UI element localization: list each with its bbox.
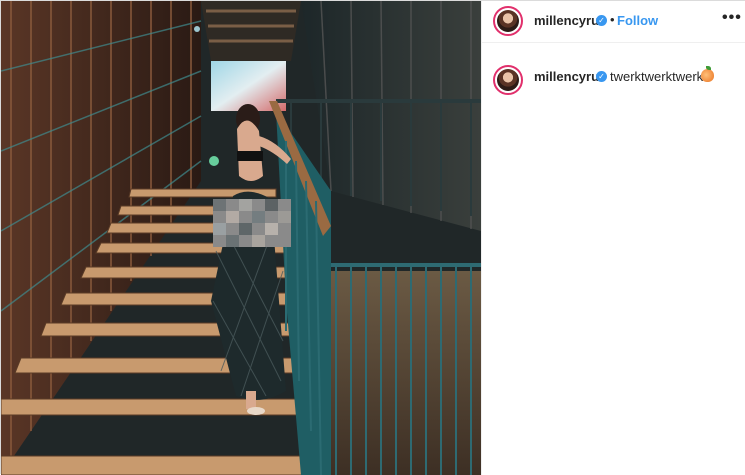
avatar[interactable] (493, 6, 523, 36)
follow-button[interactable]: Follow (617, 13, 658, 28)
post-header: millencyrus ✓ • Follow ••• (482, 1, 745, 43)
verified-badge-icon: ✓ (596, 15, 607, 26)
caption-row: millencyrus ✓ twerktwerktwerk (482, 61, 745, 101)
post-sidebar: millencyrus ✓ • Follow ••• millencyrus ✓… (481, 1, 745, 475)
peach-emoji-icon (701, 66, 714, 82)
caption-text: twerktwerktwerk (610, 69, 704, 84)
separator-dot: • (610, 12, 615, 27)
caption-avatar[interactable] (493, 65, 523, 95)
profile-picture (497, 69, 519, 91)
staircase-photo-image (1, 1, 481, 475)
more-options-icon[interactable]: ••• (722, 9, 742, 27)
post-photo[interactable] (1, 1, 481, 475)
verified-badge-icon: ✓ (596, 71, 607, 82)
profile-picture (497, 10, 519, 32)
instagram-post: millencyrus ✓ • Follow ••• millencyrus ✓… (0, 0, 745, 475)
